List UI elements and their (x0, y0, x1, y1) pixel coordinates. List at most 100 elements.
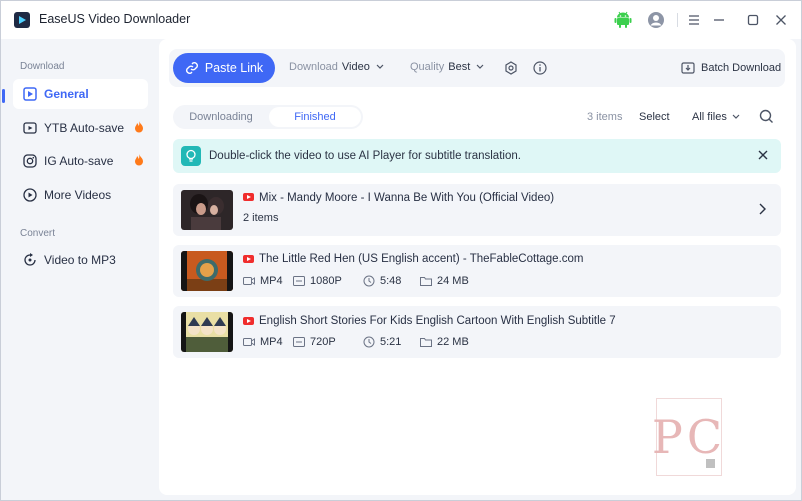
download-type-label: Download (289, 61, 338, 73)
link-icon (185, 62, 198, 74)
filter-value: All files (692, 111, 727, 123)
sidebar-section-download: Download (20, 61, 65, 72)
menu-icon[interactable] (686, 11, 704, 29)
maximize-icon[interactable] (745, 11, 763, 29)
batch-download-button[interactable]: Batch Download (681, 61, 781, 75)
settings-icon[interactable] (504, 61, 518, 75)
sidebar-item-label: More Videos (44, 188, 112, 202)
sidebar-section-convert: Convert (20, 228, 56, 239)
youtube-icon (23, 121, 37, 135)
info-icon[interactable] (533, 61, 547, 75)
close-notice-icon[interactable] (757, 149, 769, 164)
fire-icon (134, 121, 144, 136)
sidebar-item-general[interactable]: General (13, 79, 148, 109)
folder-icon (420, 277, 432, 286)
size-value: 24 MB (437, 275, 469, 287)
toolbar: Paste Link Download Video Quality Best B… (169, 49, 785, 87)
filter-dropdown[interactable]: All files (692, 111, 742, 123)
watermark-dot (706, 459, 715, 468)
resolution-value: 1080P (310, 275, 342, 287)
youtube-badge-icon (243, 317, 254, 325)
youtube-badge-icon (243, 193, 254, 201)
download-tabs: Downloading Finished (173, 105, 363, 129)
duration-value: 5:48 (380, 275, 402, 287)
resolution-info: 1080P (293, 275, 342, 287)
titlebar-divider (677, 13, 678, 27)
quality-label: Quality (410, 61, 445, 73)
sidebar-item-more-videos[interactable]: More Videos (13, 180, 148, 210)
size-info: 22 MB (420, 336, 469, 348)
app-title: EaseUS Video Downloader (39, 12, 191, 26)
download-type-value: Video (341, 61, 370, 73)
video-thumbnail (181, 312, 233, 352)
sidebar-item-label: YTB Auto-save (44, 121, 125, 135)
playlist-count: 2 items (243, 212, 279, 224)
duration-info: 5:21 (363, 336, 401, 348)
video-thumbnail (181, 251, 233, 291)
app-logo-icon (14, 12, 30, 28)
video-item[interactable]: The Little Red Hen (US English accent) -… (173, 245, 781, 297)
sidebar-item-label: Video to MP3 (44, 253, 116, 267)
close-window-icon[interactable] (773, 11, 791, 29)
resolution-value: 720P (310, 336, 336, 348)
quality-dropdown[interactable]: Quality Best (410, 61, 486, 73)
active-indicator (2, 89, 5, 103)
clock-icon (363, 336, 375, 348)
duration-info: 5:48 (363, 275, 401, 287)
video-title: Mix - Mandy Moore - I Wanna Be With You … (259, 192, 555, 204)
title-bar: EaseUS Video Downloader (1, 1, 801, 39)
fire-icon (134, 154, 144, 169)
download-type-dropdown[interactable]: Download Video (289, 61, 386, 73)
video-item-playlist[interactable]: Mix - Mandy Moore - I Wanna Be With You … (173, 184, 781, 236)
batch-download-label: Batch Download (701, 62, 782, 74)
search-icon[interactable] (759, 109, 774, 127)
account-icon[interactable] (647, 11, 665, 29)
duration-value: 5:21 (380, 336, 402, 348)
instagram-icon (23, 154, 37, 168)
chevron-down-icon (476, 64, 484, 69)
minimize-icon[interactable] (711, 11, 729, 29)
video-title: The Little Red Hen (US English accent) -… (259, 253, 584, 265)
format-info: MP4 (243, 336, 283, 348)
resolution-icon (293, 276, 305, 286)
sidebar-item-label: IG Auto-save (44, 154, 114, 168)
lightbulb-icon (181, 146, 201, 166)
sidebar-item-ytb-auto-save[interactable]: YTB Auto-save (13, 113, 148, 143)
notice-text: Double-click the video to use AI Player … (209, 150, 521, 162)
sidebar: Download General YTB Auto-save IG Auto-s… (1, 39, 157, 501)
format-value: MP4 (260, 336, 283, 348)
quality-value: Best (448, 61, 471, 73)
ai-player-notice: Double-click the video to use AI Player … (173, 139, 781, 173)
format-value: MP4 (260, 275, 283, 287)
video-thumbnail (181, 190, 233, 230)
select-button[interactable]: Select (639, 111, 670, 123)
chevron-down-icon (376, 64, 384, 69)
android-icon[interactable] (614, 11, 632, 29)
video-title: English Short Stories For Kids English C… (259, 315, 616, 327)
chevron-right-icon[interactable] (757, 202, 767, 221)
clock-icon (363, 275, 375, 287)
sidebar-item-ig-auto-save[interactable]: IG Auto-save (13, 146, 148, 176)
convert-icon (23, 253, 37, 267)
video-format-icon (243, 277, 255, 285)
youtube-badge-icon (243, 255, 254, 263)
tab-finished[interactable]: Finished (269, 107, 361, 127)
size-value: 22 MB (437, 336, 469, 348)
paste-link-label: Paste Link (204, 61, 264, 75)
video-format-icon (243, 338, 255, 346)
size-info: 24 MB (420, 275, 469, 287)
chevron-down-icon (732, 114, 740, 119)
batch-download-icon (681, 62, 695, 74)
format-info: MP4 (243, 275, 283, 287)
general-icon (23, 87, 37, 101)
resolution-icon (293, 337, 305, 347)
tab-downloading[interactable]: Downloading (175, 107, 267, 127)
resolution-info: 720P (293, 336, 336, 348)
paste-link-button[interactable]: Paste Link (173, 53, 275, 83)
play-circle-icon (23, 188, 37, 202)
sidebar-item-video-to-mp3[interactable]: Video to MP3 (13, 245, 148, 275)
video-item[interactable]: English Short Stories For Kids English C… (173, 306, 781, 358)
folder-icon (420, 338, 432, 347)
app-window: EaseUS Video Downloader Download General… (0, 0, 802, 501)
item-count: 3 items (587, 111, 623, 123)
